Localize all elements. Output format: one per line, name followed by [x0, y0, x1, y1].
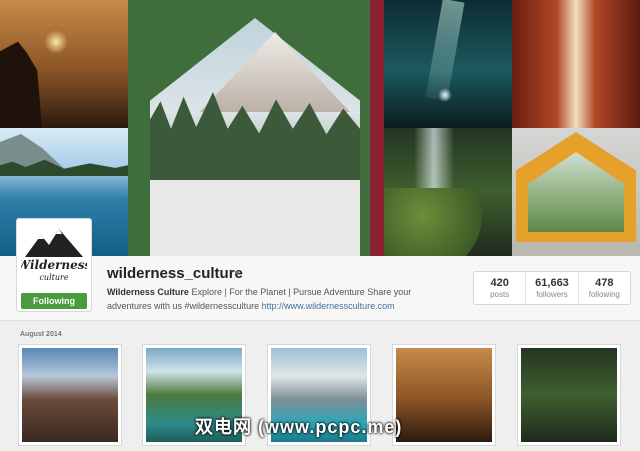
- profile-username: wilderness_culture: [107, 265, 243, 282]
- stat-label: followers: [536, 290, 568, 299]
- cover-photo-waterfall: [384, 128, 512, 256]
- bio-website-link[interactable]: http://www.wildernessculture.com: [262, 301, 395, 311]
- bio-name: Wilderness Culture: [107, 287, 189, 297]
- caret-down-icon[interactable]: ▼: [233, 268, 242, 278]
- post-image: [396, 348, 492, 442]
- avatar[interactable]: Wilderness culture: [17, 223, 92, 285]
- stat-value: 478: [595, 277, 614, 289]
- stat-value: 420: [490, 277, 509, 289]
- following-button[interactable]: Following: [21, 293, 87, 309]
- svg-text:Wilderness: Wilderness: [21, 258, 87, 272]
- cover-photo-cliff-sunset: [0, 0, 128, 128]
- svg-text:culture: culture: [39, 273, 68, 282]
- post-image: [521, 348, 617, 442]
- profile-avatar-card: Wilderness culture Following: [16, 218, 92, 312]
- stat-value: 61,663: [535, 277, 569, 289]
- stat-posts[interactable]: 420 posts: [474, 272, 525, 304]
- cover-photo-milky-way: [384, 0, 512, 128]
- profile-bio: Wilderness Culture Explore | For the Pla…: [107, 285, 457, 313]
- stat-followers[interactable]: 61,663 followers: [525, 272, 577, 304]
- feed-post-lake-hiker[interactable]: [18, 344, 122, 446]
- feed-month-label: August 2014: [20, 331, 62, 338]
- site-watermark: 双电网 (www.pcpc.me): [195, 417, 403, 437]
- feed-post-sunset-cliff[interactable]: [392, 344, 496, 446]
- stat-following[interactable]: 478 following: [577, 272, 630, 304]
- feed-post-waterfall[interactable]: [517, 344, 621, 446]
- stat-label: posts: [490, 290, 510, 299]
- profile-stats: 420 posts 61,663 followers 478 following: [473, 271, 631, 305]
- cover-photo-orange-tent: [512, 128, 640, 256]
- stat-label: following: [588, 290, 620, 299]
- cover-photo-canyon: [512, 0, 640, 128]
- post-image: [22, 348, 118, 442]
- wilderness-culture-logo: Wilderness culture: [17, 229, 92, 282]
- cover-photo-tent-mountain: [128, 0, 384, 256]
